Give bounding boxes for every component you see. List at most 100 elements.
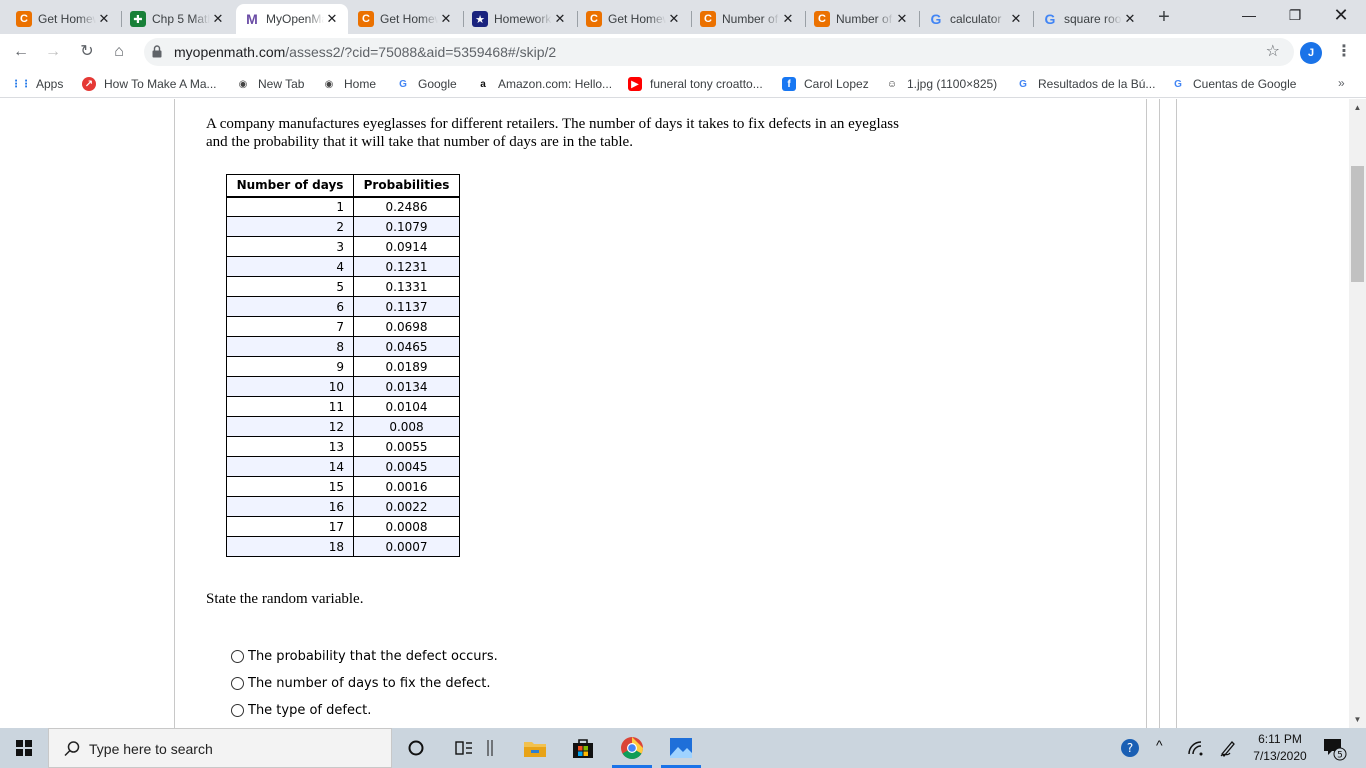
new-tab-button[interactable]: +	[1152, 6, 1176, 30]
lock-icon[interactable]	[152, 45, 162, 58]
bookmark-item[interactable]: G Google	[396, 76, 457, 92]
taskbar-divider-icon	[482, 734, 498, 762]
close-tab-icon[interactable]: ✕	[552, 11, 568, 27]
bookmark-item[interactable]: G Resultados de la Bú...	[1016, 76, 1155, 92]
scroll-up-arrow-icon[interactable]: ▲	[1349, 99, 1366, 116]
bookmark-star-icon[interactable]: ☆	[1266, 41, 1280, 61]
close-tab-icon[interactable]: ✕	[210, 11, 226, 27]
tab-title: Get Homework	[38, 12, 96, 26]
days-cell: 14	[226, 456, 354, 477]
answer-choice[interactable]: The probability that the defect occurs.	[231, 647, 498, 665]
myopenmath-icon: M	[246, 11, 258, 27]
system-clock[interactable]: 6:11 PM 7/13/2020	[1244, 731, 1316, 765]
days-cell: 15	[226, 476, 354, 497]
windows-start-icon[interactable]	[0, 728, 48, 768]
answer-choice[interactable]: The type of defect.	[231, 701, 371, 719]
profile-avatar[interactable]: J	[1300, 42, 1322, 64]
scroll-down-arrow-icon[interactable]: ▼	[1349, 711, 1366, 728]
question-prompt: State the random variable.	[206, 591, 364, 607]
close-tab-icon[interactable]: ✕	[324, 11, 340, 27]
browser-menu-icon[interactable]: ⋮	[1336, 42, 1352, 64]
table-row: 4 0.1231	[226, 256, 460, 277]
radio-button[interactable]	[231, 649, 244, 663]
browser-tab[interactable]: ✚ Chp 5 Math ✕	[122, 4, 234, 34]
tab-strip: CGet Homework✕✚Chp 5 Math✕MMyOpenMath✕CG…	[0, 0, 1366, 34]
wifi-icon[interactable]	[1182, 734, 1210, 762]
pen-icon[interactable]	[1214, 734, 1242, 762]
table-row: 18 0.0007	[226, 536, 460, 557]
chrome-icon[interactable]	[618, 734, 646, 762]
close-tab-icon[interactable]: ✕	[1122, 11, 1138, 27]
bookmark-item[interactable]: ▶ funeral tony croatto...	[628, 76, 763, 92]
probability-cell: 0.0134	[353, 376, 460, 397]
back-button[interactable]: ←	[8, 39, 34, 65]
forward-button[interactable]: →	[40, 39, 66, 65]
chegg-icon: C	[700, 11, 716, 27]
content-border	[1176, 99, 1177, 728]
browser-tab[interactable]: Gcalculator ✕	[920, 4, 1032, 34]
restore-button[interactable]: ❐	[1272, 0, 1318, 30]
address-bar[interactable]: myopenmath.com/assess2/?cid=75088&aid=53…	[144, 38, 1294, 66]
photos-icon[interactable]	[667, 734, 695, 762]
browser-tab[interactable]: M MyOpenMath✕	[236, 4, 348, 34]
bookmark-item[interactable]: ☺ 1.jpg (1100×825)	[885, 76, 997, 92]
close-tab-icon[interactable]: ✕	[96, 11, 112, 27]
browser-tab[interactable]: C Get Homework✕	[350, 4, 462, 34]
close-tab-icon[interactable]: ✕	[780, 11, 796, 27]
bookmark-item[interactable]: ↗ How To Make A Ma...	[82, 76, 217, 92]
close-tab-icon[interactable]: ✕	[1008, 11, 1024, 27]
answer-choice-label: The probability that the defect occurs.	[248, 648, 498, 664]
file-explorer-icon[interactable]	[521, 734, 549, 762]
browser-tab[interactable]: C Number of ✕	[692, 4, 804, 34]
probability-cell: 0.1331	[353, 276, 460, 297]
bookmark-item[interactable]: f Carol Lopez	[782, 76, 869, 92]
browser-tab[interactable]: C Get Homework✕	[578, 4, 690, 34]
bookmark-item[interactable]: ◉ New Tab	[236, 76, 305, 92]
home-button[interactable]: ⌂	[106, 39, 132, 65]
radio-button[interactable]	[231, 703, 244, 717]
task-view-icon[interactable]	[450, 734, 478, 762]
bookmark-item[interactable]: a Amazon.com: Hello...	[476, 76, 612, 92]
probability-cell: 0.0104	[353, 396, 460, 417]
browser-tab[interactable]: C Get Homework✕	[8, 4, 120, 34]
browser-tab[interactable]: Gsquare root ✕	[1034, 4, 1146, 34]
bookmark-item[interactable]: ◉ Home	[322, 76, 376, 92]
clock-time: 6:11 PM	[1258, 732, 1302, 746]
probability-cell: 0.0016	[353, 476, 460, 497]
bookmark-label: Amazon.com: Hello...	[498, 77, 613, 91]
taskbar-search-box[interactable]: Type here to search	[48, 728, 392, 768]
amazon-icon: a	[480, 78, 486, 90]
close-tab-icon[interactable]: ✕	[438, 11, 454, 27]
days-cell: 1	[226, 196, 354, 217]
reload-button[interactable]: ↻	[74, 39, 100, 65]
page-scrollbar[interactable]: ▲ ▼	[1349, 99, 1366, 728]
bookmark-item[interactable]: ⋮⋮ Apps	[11, 76, 63, 92]
globe-icon: ◉	[324, 78, 334, 90]
tab-title: Chp 5 Math	[152, 12, 210, 26]
notification-icon[interactable]: 5	[1320, 734, 1348, 762]
sheets-icon: ✚	[130, 11, 146, 27]
browser-tab[interactable]: ★ Homework ✕	[464, 4, 576, 34]
close-window-button[interactable]: ✕	[1318, 0, 1364, 30]
bookmark-item[interactable]: G Cuentas de Google	[1171, 76, 1296, 92]
browser-toolbar: ← → ↻ ⌂ myopenmath.com/assess2/?cid=7508…	[0, 34, 1366, 70]
bookmark-label: Home	[344, 77, 377, 91]
chevron-up-icon[interactable]: ^	[1156, 737, 1163, 753]
table-row: 11 0.0104	[226, 396, 460, 417]
chegg-icon: C	[814, 11, 830, 27]
help-icon[interactable]: ?	[1116, 734, 1144, 762]
close-tab-icon[interactable]: ✕	[894, 11, 910, 27]
scrollbar-thumb[interactable]	[1351, 166, 1364, 282]
radio-button[interactable]	[231, 676, 244, 690]
microsoft-store-icon[interactable]	[569, 734, 597, 762]
column-header-probabilities: Probabilities	[353, 174, 460, 198]
minimize-button[interactable]: —	[1226, 0, 1272, 30]
table-row: 15 0.0016	[226, 476, 460, 497]
bookmarks-overflow-icon[interactable]: »	[1338, 76, 1345, 90]
browser-tab[interactable]: C Number of ✕	[806, 4, 918, 34]
cortana-icon[interactable]	[402, 734, 430, 762]
close-tab-icon[interactable]: ✕	[666, 11, 682, 27]
answer-choice[interactable]: The number of days to fix the defect.	[231, 674, 491, 692]
probability-cell: 0.0698	[353, 316, 460, 337]
probability-cell: 0.0055	[353, 436, 460, 457]
